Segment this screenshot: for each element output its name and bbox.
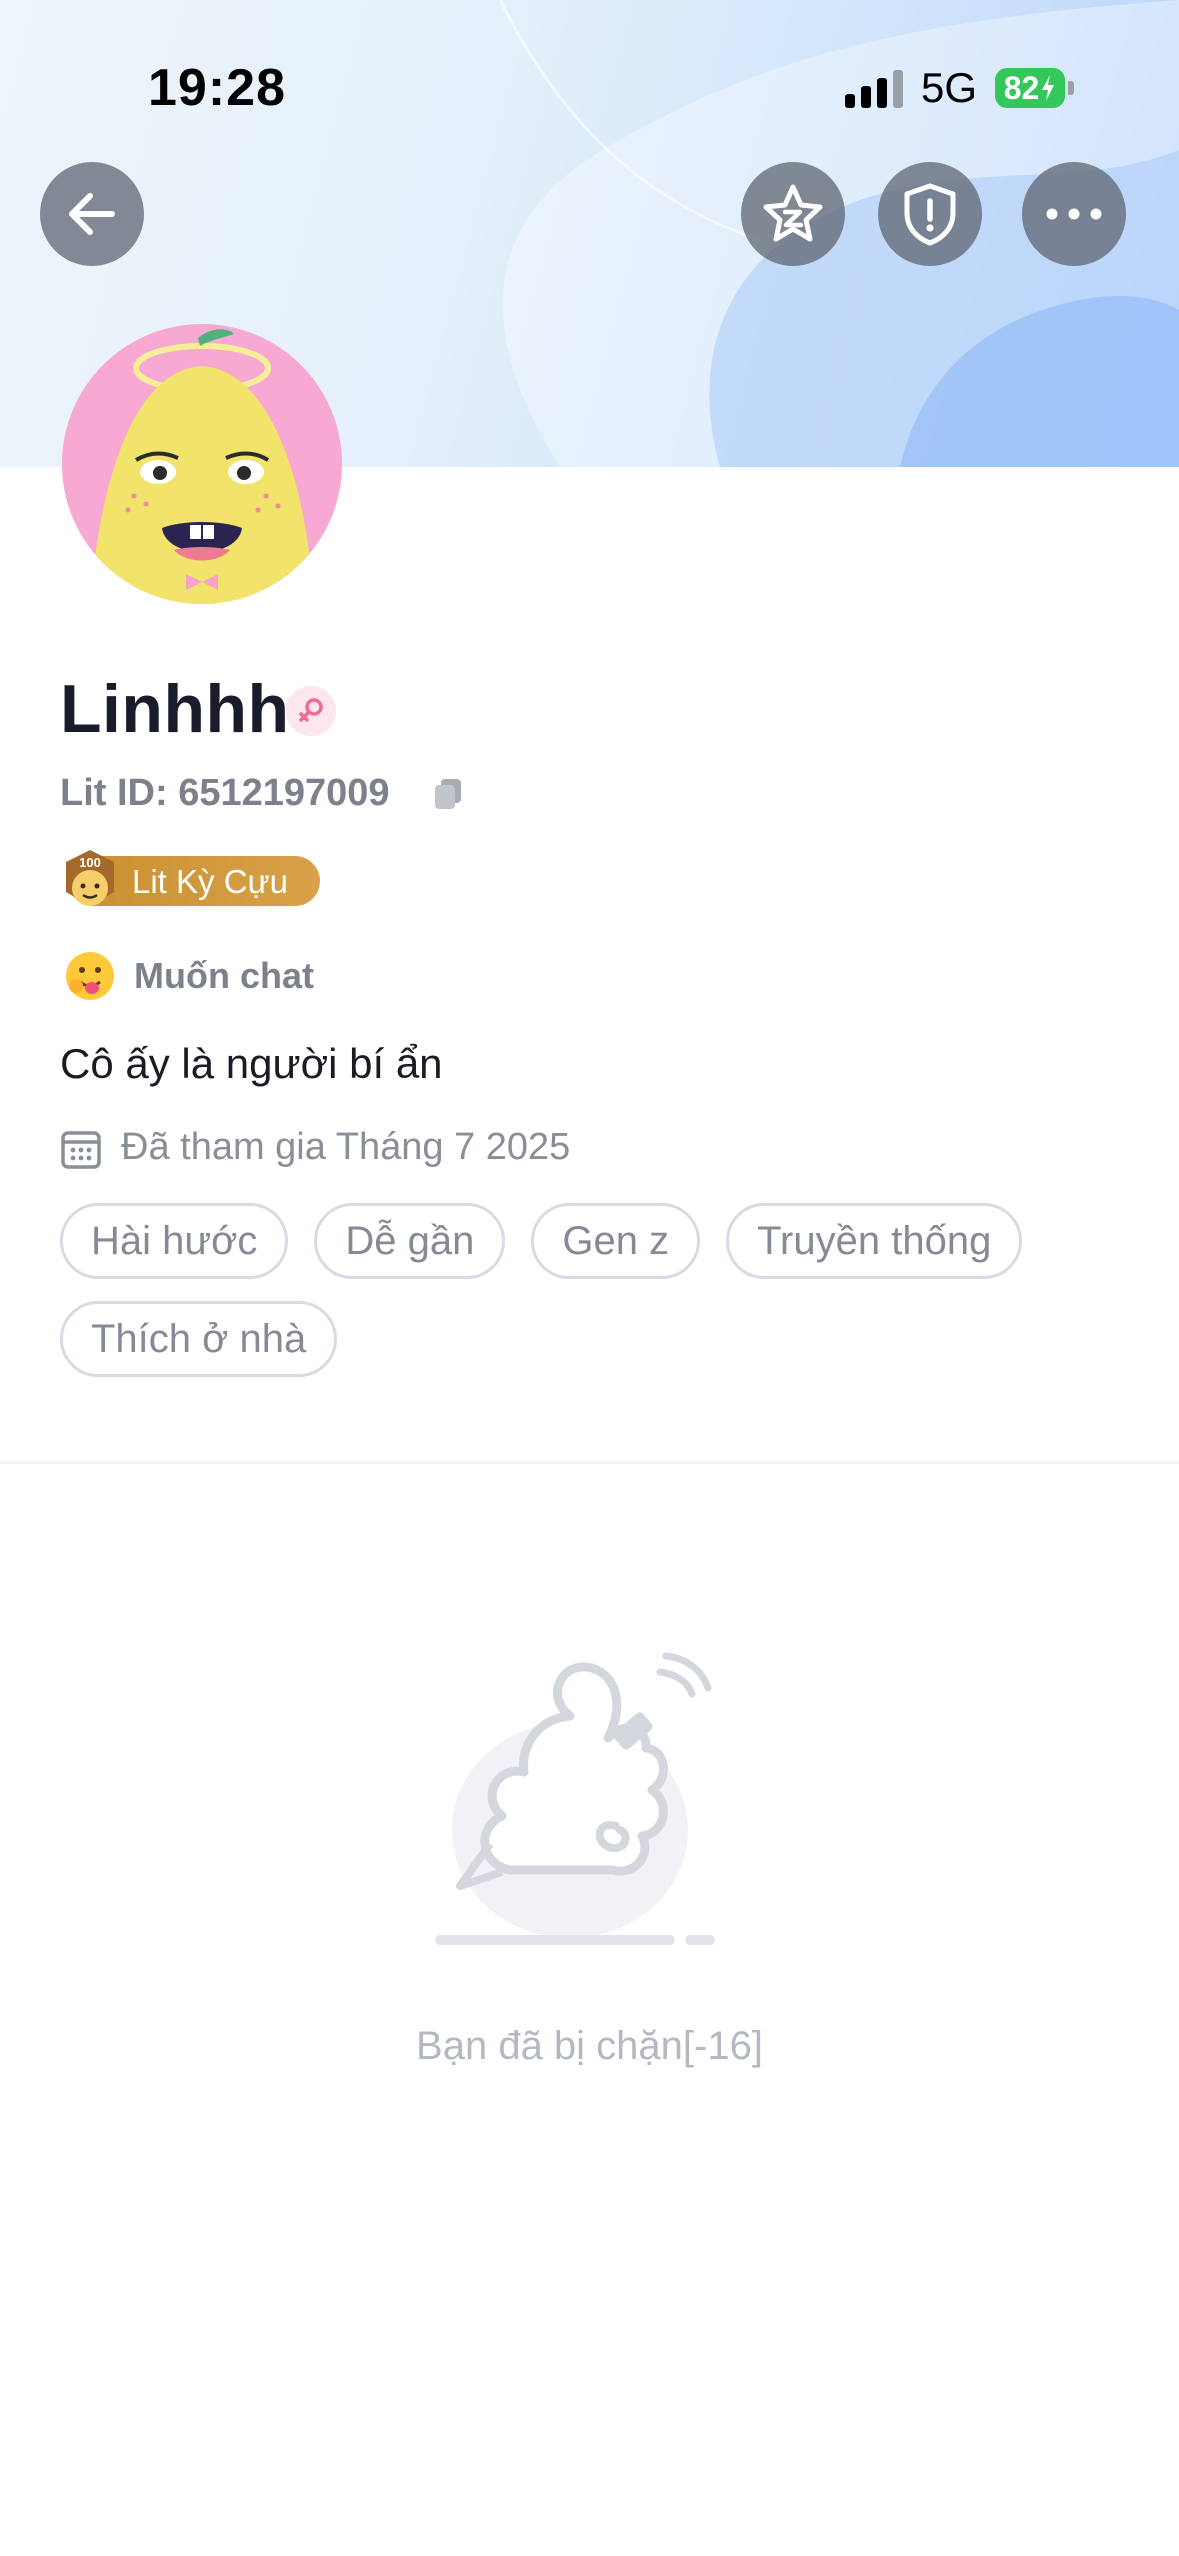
interest-tags: Hài hước Dễ gần Gen z Truyền thống Thích… <box>60 1203 1120 1377</box>
back-button[interactable] <box>40 162 144 266</box>
interest-tag[interactable]: Hài hước <box>60 1203 289 1279</box>
profile-name: Linhhh <box>60 671 290 747</box>
battery-cap <box>1068 81 1075 95</box>
rank-badge-icon: 100 <box>62 848 118 917</box>
arrow-left-icon <box>69 193 115 235</box>
interest-tag[interactable]: Gen z <box>531 1203 701 1279</box>
copy-icon[interactable] <box>432 776 466 817</box>
more-button[interactable] <box>1022 162 1126 266</box>
mood-status: Muốn chat <box>134 955 314 996</box>
interest-tag[interactable]: Dễ gần <box>314 1203 506 1279</box>
blocked-illustration-icon <box>420 1650 740 1955</box>
battery-icon: 82 <box>995 68 1066 108</box>
avatar[interactable] <box>62 324 342 604</box>
lit-id: Lit ID: 6512197009 <box>60 772 390 814</box>
female-symbol-icon <box>286 686 336 736</box>
more-icon <box>1046 208 1102 220</box>
rank-badge-label: Lit Kỳ Cựu <box>132 863 288 900</box>
empty-state-message: Bạn đã bị chặn[-16] <box>416 2024 763 2068</box>
network-label: 5G <box>921 64 978 111</box>
status-indicators: 5G 82 <box>845 62 1075 114</box>
calendar-icon <box>60 1128 102 1175</box>
joined-date: Đã tham gia Tháng 7 2025 <box>121 1126 571 1168</box>
interest-tag[interactable]: Truyền thống <box>726 1203 1023 1279</box>
section-divider <box>0 1462 1179 1464</box>
rank-badge-number: 100 <box>79 855 101 870</box>
avatar-image <box>62 324 342 604</box>
report-button[interactable] <box>878 162 982 266</box>
battery-level: 82 <box>1003 69 1040 106</box>
interest-tag[interactable]: Thích ở nhà <box>60 1301 338 1377</box>
star-badge-icon <box>763 184 823 242</box>
status-time: 19:28 <box>148 59 286 117</box>
bio-text: Cô ấy là người bí ẩn <box>60 1040 443 1087</box>
signal-icon <box>845 68 903 108</box>
shield-alert-icon <box>904 183 956 246</box>
mood-emoji-icon <box>64 950 116 1007</box>
favorite-button[interactable] <box>741 162 845 266</box>
